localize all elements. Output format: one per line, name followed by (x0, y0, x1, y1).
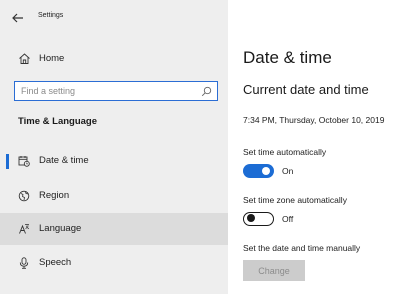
back-arrow-icon[interactable] (10, 10, 26, 26)
set-time-automatically-label: Set time automatically (243, 147, 327, 157)
current-date-time-heading: Current date and time (243, 82, 369, 97)
title-bar: Settings (0, 0, 228, 36)
search-input[interactable] (21, 85, 191, 97)
sidebar-item-date-time[interactable]: Date & time (0, 145, 228, 177)
home-nav-item[interactable]: Home (0, 48, 228, 70)
change-button[interactable]: Change (243, 260, 305, 281)
sidebar-item-label: Language (39, 223, 82, 234)
home-label: Home (39, 53, 65, 64)
set-time-zone-automatically-state: Off (282, 214, 294, 224)
set-time-automatically-toggle[interactable] (243, 164, 274, 178)
calendar-clock-icon (18, 156, 30, 167)
sidebar-item-label: Region (39, 190, 70, 201)
set-time-automatically-state: On (282, 166, 294, 176)
set-time-zone-automatically-toggle[interactable] (243, 212, 274, 226)
current-datetime-value: 7:34 PM, Thursday, October 10, 2019 (243, 115, 385, 125)
sidebar-item-language[interactable]: Language (0, 213, 228, 245)
sidebar-item-region[interactable]: Region (0, 180, 228, 212)
microphone-icon (19, 257, 29, 269)
main-content: Date & time Current date and time 7:34 P… (228, 0, 410, 294)
section-heading: Time & Language (18, 116, 98, 127)
set-date-time-manually-label: Set the date and time manually (243, 243, 361, 253)
globe-icon (18, 190, 30, 202)
sidebar-item-label: Speech (39, 257, 72, 268)
sidebar-item-speech[interactable]: Speech (0, 247, 228, 279)
sidebar-item-label: Date & time (39, 155, 89, 166)
page-title: Date & time (243, 48, 332, 67)
toggle-knob (262, 167, 270, 175)
set-time-zone-automatically-label: Set time zone automatically (243, 195, 347, 205)
language-icon (19, 224, 30, 234)
sidebar: Settings Home Time & Language Date & tim… (0, 0, 228, 294)
search-box[interactable] (14, 81, 218, 101)
active-indicator (6, 154, 9, 169)
window-title: Settings (38, 12, 64, 19)
home-icon (19, 53, 30, 64)
search-icon[interactable] (201, 86, 212, 97)
toggle-knob (247, 214, 255, 223)
